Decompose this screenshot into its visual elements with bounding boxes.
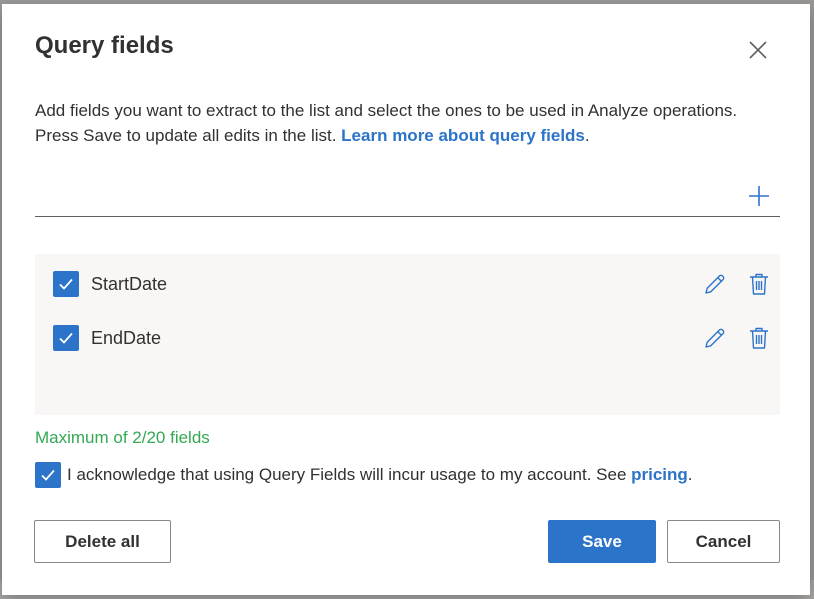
acknowledge-checkbox[interactable] — [35, 462, 61, 488]
description-end: . — [584, 126, 590, 145]
edit-field-button[interactable] — [701, 270, 729, 298]
field-checkbox-enddate[interactable] — [53, 325, 79, 351]
pencil-icon — [705, 328, 725, 348]
pencil-icon — [705, 274, 725, 294]
pricing-link[interactable]: pricing — [631, 465, 688, 484]
trash-icon — [750, 327, 768, 349]
delete-field-button[interactable] — [745, 324, 773, 352]
new-field-input[interactable] — [35, 180, 729, 214]
field-list: StartDate EndDate — [35, 254, 780, 415]
field-checkbox-startdate[interactable] — [53, 271, 79, 297]
checkmark-icon — [41, 469, 55, 481]
delete-field-button[interactable] — [745, 270, 773, 298]
acknowledge-end: . — [687, 465, 693, 484]
edit-field-button[interactable] — [701, 324, 729, 352]
acknowledge-text: I acknowledge that using Query Fields wi… — [67, 465, 632, 484]
acknowledge-label: I acknowledge that using Query Fields wi… — [67, 465, 693, 485]
close-button[interactable] — [742, 34, 774, 66]
close-icon — [749, 41, 767, 59]
trash-icon — [750, 273, 768, 295]
list-item: EndDate — [35, 320, 780, 360]
dialog-title: Query fields — [35, 32, 174, 59]
checkmark-icon — [59, 278, 73, 290]
field-label: StartDate — [91, 274, 168, 294]
dialog-description: Add fields you want to extract to the li… — [35, 98, 775, 148]
checkmark-icon — [59, 332, 73, 344]
list-item: StartDate — [35, 266, 780, 306]
query-fields-dialog: Query fields Add fields you want to extr… — [2, 4, 810, 595]
delete-all-button[interactable]: Delete all — [34, 520, 171, 563]
save-button[interactable]: Save — [548, 520, 656, 563]
cancel-button[interactable]: Cancel — [667, 520, 780, 563]
acknowledge-row: I acknowledge that using Query Fields wi… — [35, 460, 780, 490]
field-count-text: Maximum of 2/20 fields — [35, 428, 210, 447]
new-field-input-row — [35, 176, 780, 217]
field-label: EndDate — [91, 328, 162, 348]
add-icon — [749, 186, 769, 206]
add-field-button[interactable] — [743, 180, 775, 212]
learn-more-link[interactable]: Learn more about query fields — [341, 126, 585, 145]
